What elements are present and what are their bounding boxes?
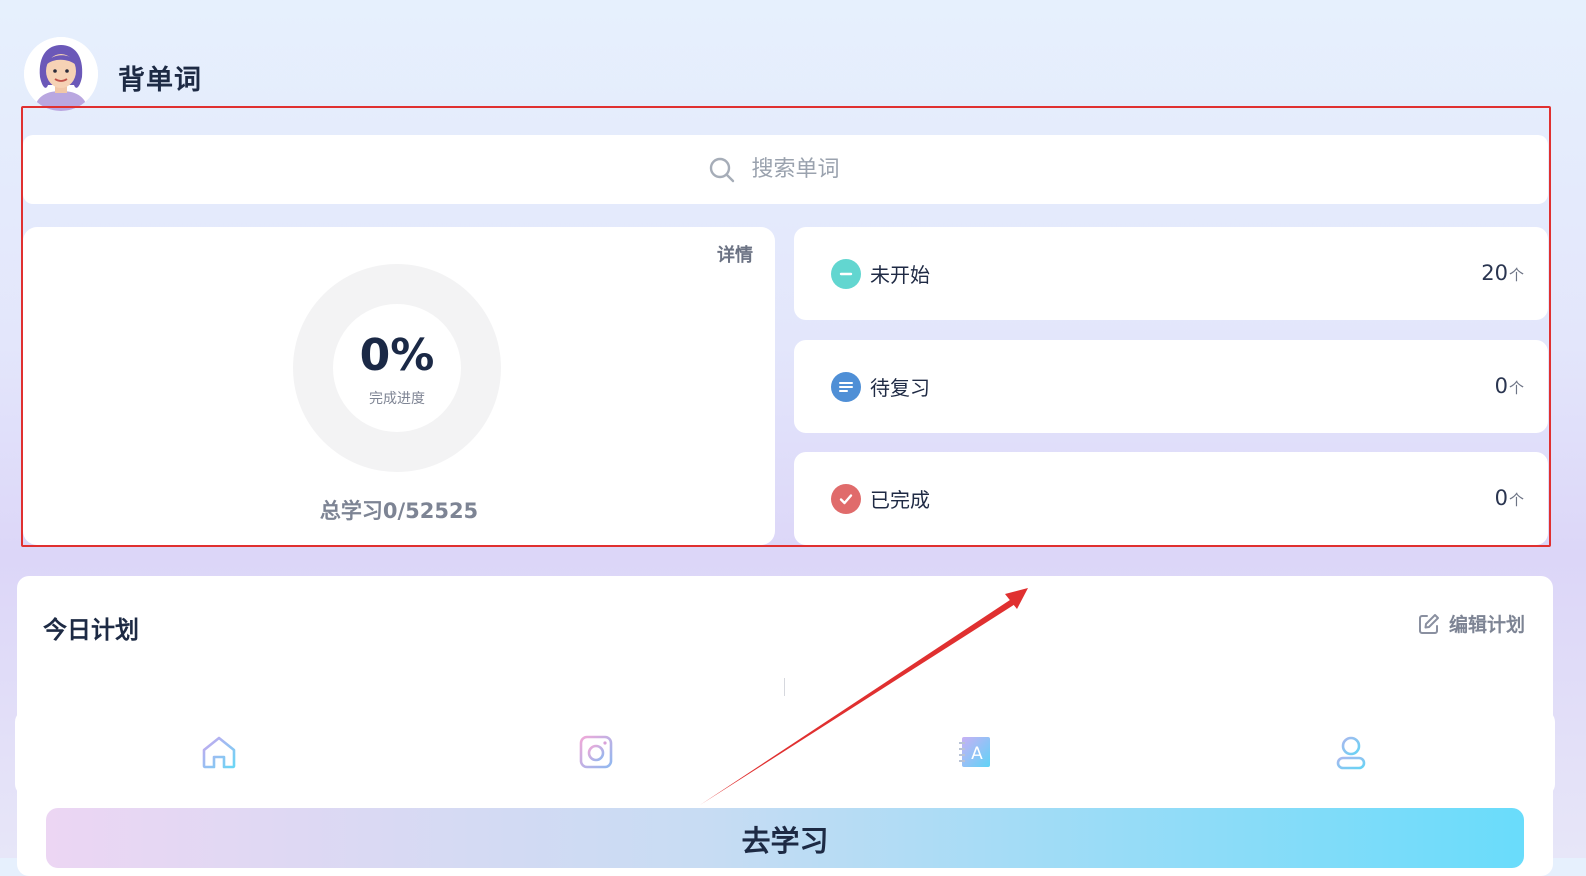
stat-count-unit: 个: [1508, 266, 1524, 284]
home-icon: [202, 736, 236, 769]
minus-icon: [831, 259, 861, 289]
search-input[interactable]: [749, 156, 864, 183]
stat-count-value: 20: [1481, 261, 1508, 285]
divider: [784, 678, 785, 696]
edit-plan-label: 编辑计划: [1448, 614, 1525, 636]
tab-profile[interactable]: [1331, 732, 1371, 772]
list-icon: [831, 372, 861, 402]
search-bar[interactable]: [23, 135, 1548, 204]
girl-avatar-icon: [24, 37, 98, 111]
progress-donut: 0% 完成进度: [293, 264, 501, 472]
stat-not-started[interactable]: 未开始 20个: [794, 227, 1548, 320]
stat-label: 未开始: [870, 263, 930, 287]
tab-home[interactable]: [199, 732, 239, 772]
total-study-count: 总学习0/52525: [319, 499, 479, 523]
page-title: 背单词: [118, 65, 202, 96]
stat-to-review[interactable]: 待复习 0个: [794, 340, 1548, 433]
user-icon: [1336, 736, 1366, 770]
camera-icon: [579, 735, 613, 769]
avatar[interactable]: [24, 37, 98, 111]
check-icon: [831, 484, 861, 514]
detail-link[interactable]: 详情: [717, 241, 753, 267]
start-learning-label: 去学习: [741, 824, 829, 858]
tab-translate[interactable]: A: [955, 732, 995, 772]
stat-count-value: 0: [1494, 486, 1508, 510]
stat-count-unit: 个: [1508, 491, 1524, 509]
stat-count: 0个: [1495, 374, 1524, 398]
edit-plan-button[interactable]: 编辑计划: [1417, 610, 1525, 637]
tab-camera[interactable]: [576, 732, 616, 772]
stat-label: 待复习: [870, 376, 930, 400]
stat-count-unit: 个: [1508, 379, 1524, 397]
stat-count: 20个: [1481, 261, 1524, 285]
stat-label: 已完成: [870, 488, 930, 512]
progress-card: 详情 0% 完成进度 总学习0/52525: [23, 227, 775, 545]
stat-count: 0个: [1495, 486, 1524, 510]
bottom-tab-bar: A: [15, 710, 1555, 796]
stat-completed[interactable]: 已完成 0个: [794, 452, 1548, 545]
plan-title: 今日计划: [43, 616, 139, 644]
translate-glyph: A: [971, 744, 983, 764]
stat-count-value: 0: [1494, 374, 1508, 398]
search-icon: [709, 157, 734, 182]
start-learning-button[interactable]: 去学习: [46, 808, 1524, 868]
donut-center: 0% 完成进度: [333, 304, 461, 432]
edit-icon: [1418, 613, 1439, 634]
progress-percent: 0%: [359, 330, 435, 381]
progress-label: 完成进度: [369, 391, 425, 407]
translate-icon: A: [959, 737, 990, 767]
